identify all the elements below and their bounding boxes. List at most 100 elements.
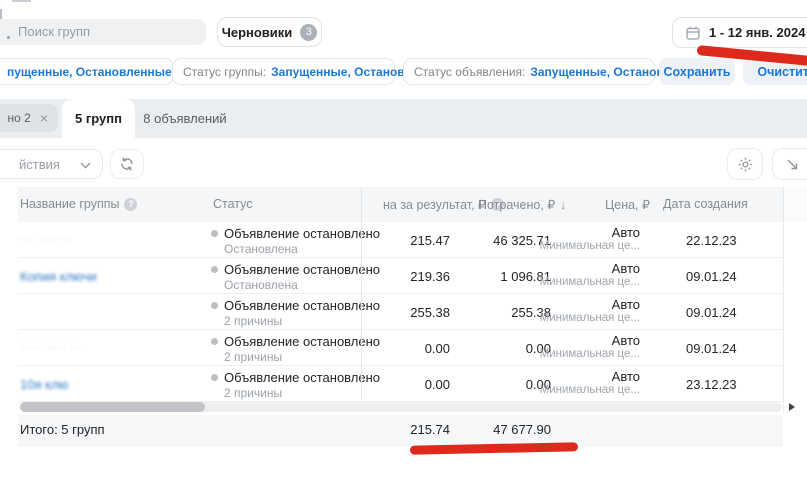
calendar-icon xyxy=(685,25,701,41)
filter-chip-value: пущенные, Остановленные xyxy=(7,65,172,79)
price-cell: Авто Минимальная це... xyxy=(540,297,640,324)
search-input[interactable]: Поиск групп xyxy=(0,19,206,45)
help-icon[interactable]: ? xyxy=(124,198,137,211)
cost-per-result-value: 0.00 xyxy=(425,366,450,402)
status-text: Объявление остановлено xyxy=(224,370,380,385)
substatus-text: 2 причины xyxy=(224,314,380,328)
price-strategy: Минимальная це... xyxy=(540,348,640,360)
created-date: 09.01.24 xyxy=(686,330,737,366)
sticky-column-divider xyxy=(361,187,362,399)
table-row[interactable]: Объявление остановлено 2 причины 255.38 … xyxy=(0,294,807,330)
table-row[interactable]: Копия ключи Объявление остановлено Остан… xyxy=(0,258,807,294)
substatus-text: 2 причины xyxy=(224,350,380,364)
refresh-button[interactable] xyxy=(110,149,144,179)
filter-chip-group-status[interactable]: Статус группы: Запущенные, Остановленные… xyxy=(172,58,395,85)
actions-dropdown-label: йствия xyxy=(19,157,60,172)
group-name-link[interactable]: 10я клю xyxy=(20,377,68,392)
selected-items-label: но 2 xyxy=(8,111,31,125)
table-row[interactable]: 10я клю Объявление остановлено 2 причины… xyxy=(0,366,807,402)
column-header-status[interactable]: Статус xyxy=(213,197,253,211)
settings-button[interactable] xyxy=(727,148,763,180)
price-mode: Авто xyxy=(612,297,640,312)
created-date: 23.12.23 xyxy=(686,366,737,402)
created-date: 22.12.23 xyxy=(686,222,737,258)
status-cell: Объявление остановлено 2 причины xyxy=(211,298,380,328)
refresh-icon xyxy=(119,156,135,172)
scrollbar-thumb[interactable] xyxy=(20,402,205,412)
price-cell: Авто Минимальная це... xyxy=(540,333,640,360)
price-mode: Авто xyxy=(612,225,640,240)
export-button[interactable] xyxy=(772,148,807,180)
price-strategy: Минимальная це... xyxy=(540,312,640,324)
tab-ads[interactable]: 8 объявлений xyxy=(135,99,235,138)
substatus-text: Остановлена xyxy=(224,278,380,292)
price-strategy: Минимальная це... xyxy=(540,240,640,252)
status-cell: Объявление остановлено 2 причины xyxy=(211,370,380,400)
close-icon[interactable]: × xyxy=(40,111,48,125)
actions-dropdown[interactable]: йствия xyxy=(0,149,103,179)
table-right-divider xyxy=(783,187,784,413)
sort-desc-icon: ↓ xyxy=(560,198,566,212)
cropped-element-artifact xyxy=(12,0,31,2)
search-icon xyxy=(7,36,10,39)
column-header-price-label: Цена, ₽ xyxy=(605,197,650,212)
substatus-text: Остановлена xyxy=(224,242,380,256)
column-header-price[interactable]: Цена, ₽ xyxy=(605,197,650,212)
price-cell: Авто Минимальная це... xyxy=(540,225,640,252)
created-date: 09.01.24 xyxy=(686,258,737,294)
table-row[interactable]: ··· ···· ·· Объявление остановлено Остан… xyxy=(0,222,807,258)
filter-chip-label: Статус группы: xyxy=(183,65,266,79)
column-header-spent-label: Потрачено, ₽ xyxy=(478,197,555,212)
drafts-button-label: Черновики xyxy=(222,25,293,40)
column-header-name[interactable]: Название группы ? xyxy=(20,197,137,211)
ads-manager-screen: Поиск групп Черновики 3 1 - 12 янв. 2024… xyxy=(0,0,807,487)
selected-items-chip[interactable]: но 2 × xyxy=(0,104,58,132)
search-placeholder: Поиск групп xyxy=(18,24,90,39)
date-range-label: 1 - 12 янв. 2024 xyxy=(709,25,805,40)
column-header-created-label: Дата создания xyxy=(663,197,748,211)
cost-per-result-value: 0.00 xyxy=(425,330,450,366)
filter-chip-ad-status[interactable]: Статус объявления: Запущенные, Остановле… xyxy=(403,58,655,85)
created-date: 09.01.24 xyxy=(686,294,737,330)
drafts-count-badge: 3 xyxy=(300,24,317,41)
export-icon xyxy=(786,158,799,171)
table-header-edge xyxy=(784,187,807,222)
scroll-right-arrow-icon[interactable] xyxy=(789,403,795,411)
price-cell: Авто Минимальная це... xyxy=(540,261,640,288)
status-cell: Объявление остановлено Остановлена xyxy=(211,226,380,256)
price-cell: Авто Минимальная це... xyxy=(540,369,640,396)
tab-groups[interactable]: 5 групп xyxy=(62,99,135,138)
price-mode: Авто xyxy=(612,261,640,276)
status-cell: Объявление остановлено 2 причины xyxy=(211,334,380,364)
column-header-cpr-label: на за результат, ₽ xyxy=(383,197,486,212)
status-text: Объявление остановлено xyxy=(224,262,380,277)
horizontal-scrollbar[interactable] xyxy=(20,402,782,412)
gear-icon xyxy=(737,156,754,173)
group-name-link[interactable]: ····· ···· ·· xyxy=(20,342,79,354)
cost-per-result-value: 215.47 xyxy=(410,222,450,258)
status-text: Объявление остановлено xyxy=(224,298,380,313)
filter-chip-status[interactable]: пущенные, Остановленные × xyxy=(0,58,174,85)
date-range-button[interactable]: 1 - 12 янв. 2024 xyxy=(672,17,807,48)
price-mode: Авто xyxy=(612,333,640,348)
price-mode: Авто xyxy=(612,369,640,384)
status-cell: Объявление остановлено Остановлена xyxy=(211,262,380,292)
column-header-created[interactable]: Дата создания xyxy=(663,197,748,211)
totals-spent: 47 677.90 xyxy=(493,422,551,437)
column-header-spent[interactable]: Потрачено, ₽ ↓ xyxy=(478,197,566,212)
status-dot-icon xyxy=(211,230,218,237)
status-text: Объявление остановлено xyxy=(224,226,380,241)
status-dot-icon xyxy=(211,338,218,345)
substatus-text: 2 причины xyxy=(224,386,380,400)
save-filters-button[interactable]: Сохранить xyxy=(659,58,735,85)
status-text: Объявление остановлено xyxy=(224,334,380,349)
filter-chip-label: Статус объявления: xyxy=(414,65,525,79)
status-dot-icon xyxy=(211,374,218,381)
table-row[interactable]: ····· ···· ·· Объявление остановлено 2 п… xyxy=(0,330,807,366)
status-dot-icon xyxy=(211,266,218,273)
price-strategy: Минимальная це... xyxy=(540,384,640,396)
status-dot-icon xyxy=(211,302,218,309)
drafts-button[interactable]: Черновики 3 xyxy=(217,17,322,47)
group-name-link[interactable]: Копия ключи xyxy=(20,269,97,284)
group-name-link[interactable]: ··· ···· ·· xyxy=(20,234,70,246)
